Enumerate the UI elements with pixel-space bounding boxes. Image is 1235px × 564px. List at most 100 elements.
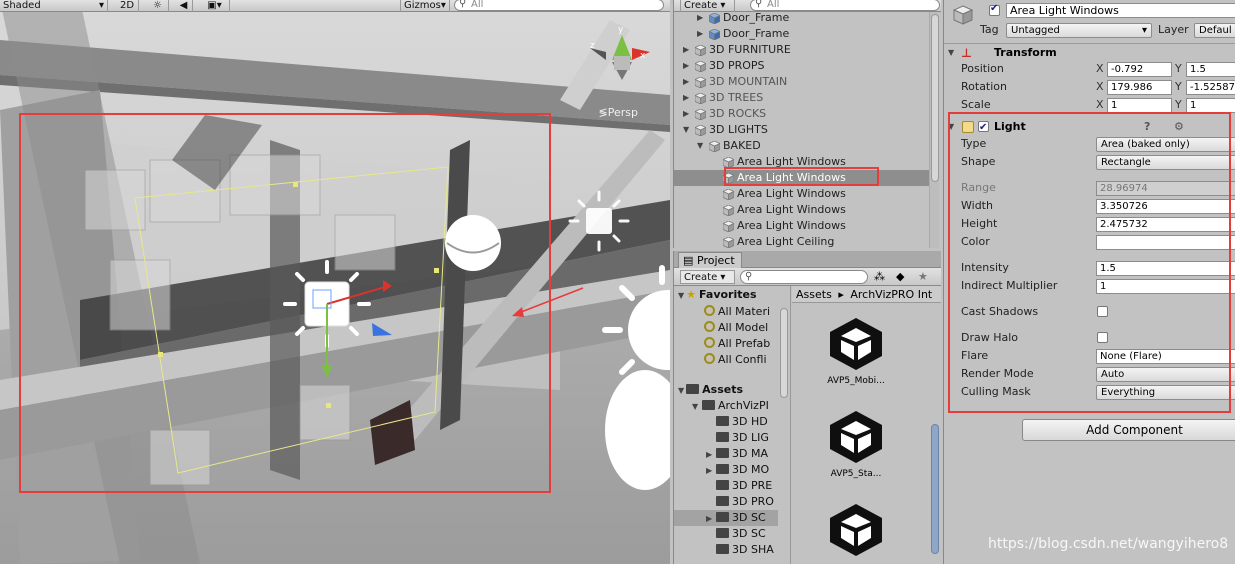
hierarchy-scrollbar[interactable] <box>929 12 939 248</box>
favorite-item[interactable]: All Materi <box>704 304 770 320</box>
hierarchy-row-label: BAKED <box>723 139 761 152</box>
hierarchy-row[interactable]: ▼ BAKED <box>674 138 929 154</box>
asset-folder-label: ArchVizPI <box>718 399 769 412</box>
asset-folder-row[interactable]: ▶ 3D MO <box>674 462 778 478</box>
hierarchy-row[interactable]: Area Light Windows <box>674 202 929 218</box>
breadcrumb-item[interactable]: ArchVizPRO Int <box>850 288 932 301</box>
asset-folder-row[interactable]: 3D PRO <box>674 494 778 510</box>
favorite-item-label: All Model <box>718 321 769 334</box>
asset-folder-row[interactable]: ▶ 3D MA <box>674 446 778 462</box>
breadcrumb-item[interactable]: Assets <box>796 288 832 301</box>
gameobject-name-field[interactable]: Area Light Windows <box>1006 3 1235 18</box>
folder-tree-scrollbar[interactable] <box>779 288 789 558</box>
asset-folder-row[interactable]: 3D HD <box>674 414 778 430</box>
collapse-arrow-icon[interactable]: ▶ <box>683 74 689 90</box>
folder-icon <box>702 400 715 410</box>
layer-dropdown[interactable]: Defaul <box>1194 23 1235 38</box>
collapse-arrow-icon[interactable]: ▶ <box>697 26 703 42</box>
projection-toggle[interactable]: ≶Persp <box>599 106 638 119</box>
scene-view[interactable]: x y z Shaded ▾ 2D ☼ ◀ ▣▾ Gizmos▾ ⚲ All ≶Pe… <box>0 0 670 564</box>
scene-search-input[interactable]: ⚲ All <box>454 0 664 11</box>
shading-mode-label: Shaded <box>3 0 41 11</box>
project-create-dropdown[interactable]: Create ▾ <box>680 270 735 284</box>
asset-tile[interactable]: AVP5_Sta... <box>816 409 896 479</box>
collapse-arrow-icon[interactable]: ▶ <box>697 10 703 26</box>
hierarchy-row[interactable]: ▶ Door_Frame <box>674 10 929 26</box>
transform-position-x-field[interactable]: -0.792 <box>1107 62 1172 77</box>
asset-folder-row[interactable]: ▶ 3D SC <box>674 510 778 526</box>
favorite-item[interactable]: All Prefab <box>704 336 770 352</box>
hierarchy-row[interactable]: Area Light Windows <box>674 186 929 202</box>
collapse-arrow-icon[interactable]: ▶ <box>706 447 716 463</box>
collapse-arrow-icon[interactable]: ▶ <box>683 90 689 106</box>
transform-position-y-field[interactable]: 1.5 <box>1186 62 1235 77</box>
transform-header[interactable]: ▼ ⊥ Transform <box>944 43 1235 61</box>
transform-title: Transform <box>994 46 1057 59</box>
hierarchy-row-label: Area Light Windows <box>737 203 846 216</box>
effects-dropdown[interactable]: ▣▾ <box>200 0 230 12</box>
search-by-type-icon[interactable]: ⁂ <box>874 270 885 283</box>
hierarchy-row[interactable]: Area Light Ceiling <box>674 234 929 248</box>
favorite-item[interactable]: All Confli <box>704 352 767 368</box>
asset-folder-row[interactable]: 3D SC <box>674 526 778 542</box>
hierarchy-row[interactable]: Area Light Windows <box>674 218 929 234</box>
search-by-label-icon[interactable]: ◆ <box>896 270 904 283</box>
hierarchy-row[interactable]: ▼ 3D LIGHTS <box>674 122 929 138</box>
asset-folder-row[interactable]: ▼ ArchVizPI <box>674 398 778 414</box>
project-search-input[interactable]: ⚲ <box>740 270 868 284</box>
favorite-item[interactable]: All Model <box>704 320 768 336</box>
hierarchy-row[interactable]: ▶ 3D FURNITURE <box>674 42 929 58</box>
hierarchy-row[interactable]: ▶ 3D TREES <box>674 90 929 106</box>
hierarchy-row[interactable]: ▶ 3D PROPS <box>674 58 929 74</box>
scrollbar-thumb[interactable] <box>931 14 939 182</box>
inspector-highlight-box <box>948 112 1231 413</box>
folder-icon <box>716 496 729 506</box>
scrollbar-thumb[interactable] <box>780 308 788 398</box>
collapse-arrow-icon[interactable]: ▶ <box>683 58 689 74</box>
assets-header[interactable]: ▼ Assets <box>678 382 743 398</box>
favorites-title: Favorites <box>699 288 757 301</box>
add-component-button[interactable]: Add Component <box>1022 419 1235 441</box>
transform-scale-y-field[interactable]: 1 <box>1186 98 1235 113</box>
breadcrumb-separator-icon: ▸ <box>838 288 844 301</box>
collapse-arrow-icon[interactable]: ▶ <box>706 463 716 479</box>
asset-folder-label: 3D MO <box>732 463 770 476</box>
hierarchy-row[interactable]: ▶ 3D MOUNTAIN <box>674 74 929 90</box>
tag-dropdown[interactable]: Untagged ▾ <box>1006 23 1152 38</box>
collapse-arrow-icon[interactable]: ▶ <box>683 42 689 58</box>
audio-toggle-button[interactable]: ◀ <box>175 0 193 12</box>
collapse-arrow-icon[interactable]: ▶ <box>706 511 716 527</box>
favorite-star-icon[interactable]: ★ <box>918 270 928 283</box>
asset-folder-label: 3D LIG <box>732 431 769 444</box>
shading-mode-dropdown[interactable]: Shaded ▾ <box>0 0 108 12</box>
gizmos-dropdown[interactable]: Gizmos▾ <box>400 0 450 12</box>
folder-icon <box>716 432 729 442</box>
scrollbar-thumb[interactable] <box>931 424 939 554</box>
asset-tile[interactable]: AVP5_Mobi... <box>816 316 896 386</box>
expand-arrow-icon[interactable]: ▼ <box>683 122 689 138</box>
hierarchy-row[interactable]: ▶ Door_Frame <box>674 26 929 42</box>
asset-folder-row[interactable]: 3D SHA <box>674 542 778 558</box>
scene-search-placeholder: All <box>471 0 484 10</box>
transform-rotation-y-field[interactable]: -1.52587 <box>1186 80 1235 95</box>
tag-label: Tag <box>980 23 999 36</box>
asset-folder-row[interactable]: 3D LIG <box>674 430 778 446</box>
2d-toggle-button[interactable]: 2D <box>117 0 139 12</box>
transform-scale-x-field[interactable]: 1 <box>1107 98 1172 113</box>
tab-project[interactable]: ▤ Project <box>678 252 742 268</box>
asset-folder-row[interactable]: 3D PRE <box>674 478 778 494</box>
favorites-header[interactable]: ▼ ★ Favorites <box>678 287 757 303</box>
svg-text:z: z <box>590 41 595 51</box>
expand-arrow-icon[interactable]: ▼ <box>697 138 703 154</box>
asset-grid-scrollbar[interactable] <box>930 304 940 562</box>
scene-lighting-toggle[interactable]: ☼ <box>147 0 169 12</box>
hierarchy-row-label: 3D LIGHTS <box>709 123 768 136</box>
asset-tile[interactable] <box>816 502 896 562</box>
collapse-arrow-icon[interactable]: ▶ <box>683 106 689 122</box>
asset-tile-label: AVP5_Sta... <box>830 469 882 479</box>
gameobject-active-checkbox[interactable] <box>989 3 1000 16</box>
folder-icon <box>716 464 729 474</box>
expand-arrow-icon[interactable]: ▼ <box>692 399 702 415</box>
hierarchy-row[interactable]: ▶ 3D ROCKS <box>674 106 929 122</box>
transform-rotation-x-field[interactable]: 179.986 <box>1107 80 1172 95</box>
